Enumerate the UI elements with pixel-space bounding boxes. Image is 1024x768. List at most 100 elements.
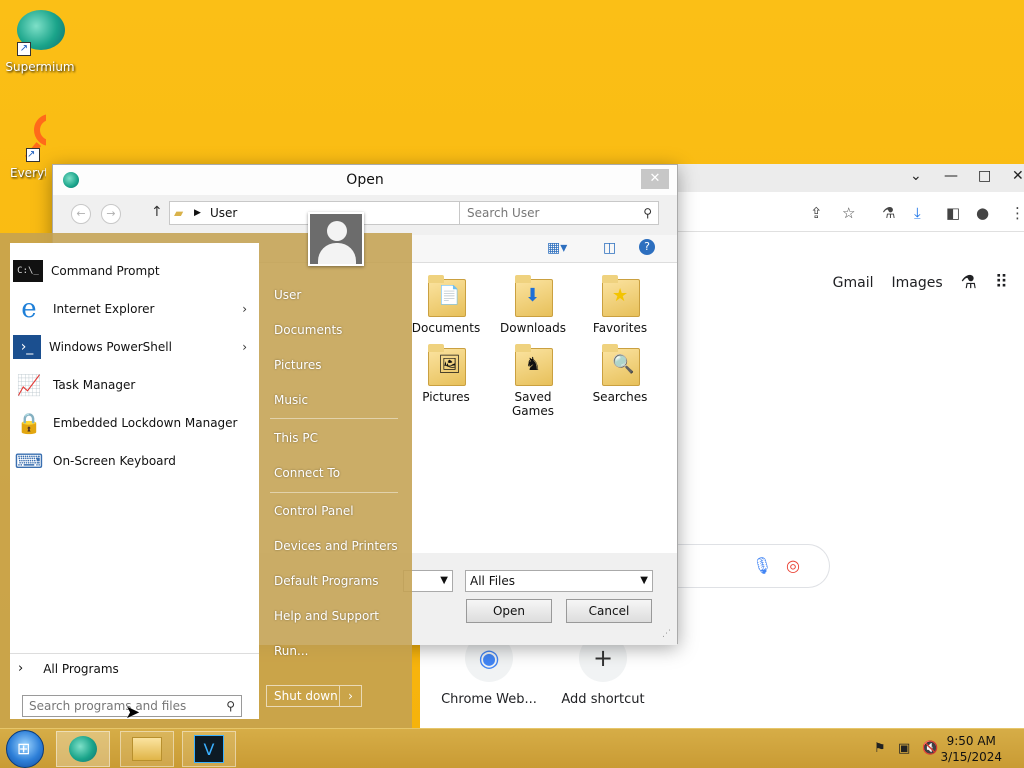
start-item-documents[interactable]: Documents	[274, 323, 342, 337]
folder-favorites[interactable]: ★ Favorites	[580, 271, 660, 335]
folder-saved-games[interactable]: ♞ Saved Games	[493, 340, 573, 418]
open-button[interactable]: Open	[466, 599, 552, 623]
back-arrow-icon[interactable]: ←	[71, 204, 91, 224]
desktop-icon-label: Supermium	[5, 60, 75, 74]
clock-time: 9:50 AM	[946, 734, 996, 748]
dialog-search-input[interactable]: Search User ⚲	[459, 201, 659, 225]
program-embedded-lockdown-manager[interactable]: 🔒 Embedded Lockdown Manager	[10, 405, 259, 441]
desktop-icon-supermium[interactable]: ↗ Supermium	[0, 6, 80, 74]
desktop-icon-label: Everyt	[10, 166, 46, 180]
preview-pane-icon[interactable]: ◫	[603, 240, 616, 256]
folder-icon	[132, 737, 162, 761]
profile-avatar-icon[interactable]: ●	[976, 204, 989, 222]
volume-muted-icon[interactable]: 🔇	[922, 741, 938, 756]
folder-searches[interactable]: 🔍 Searches	[580, 340, 660, 404]
up-arrow-icon[interactable]: ↑	[151, 204, 163, 220]
program-command-prompt[interactable]: C:\_ Command Prompt	[10, 253, 259, 289]
start-item-help-support[interactable]: Help and Support	[274, 609, 379, 623]
file-type-value: All Files	[470, 574, 516, 588]
images-link[interactable]: Images	[892, 275, 943, 291]
start-item-music[interactable]: Music	[274, 393, 308, 407]
program-label: Embedded Lockdown Manager	[53, 416, 238, 430]
start-item-pictures[interactable]: Pictures	[274, 358, 322, 372]
mouse-cursor-icon: ➤	[125, 702, 141, 723]
forward-arrow-icon[interactable]: →	[101, 204, 121, 224]
side-panel-icon[interactable]: ◧	[946, 204, 960, 222]
program-label: Internet Explorer	[53, 302, 155, 316]
folder-label: Pictures	[422, 390, 470, 404]
gmail-link[interactable]: Gmail	[833, 275, 874, 291]
tab-dropdown-icon[interactable]: ⌄	[910, 168, 922, 184]
pictures-folder-icon: 🖼	[424, 340, 468, 386]
labs-flask-icon[interactable]: ⚗	[882, 204, 895, 222]
start-item-connect-to[interactable]: Connect To	[274, 466, 340, 480]
start-menu: C:\_ Command Prompt e Internet Explorer …	[0, 233, 412, 728]
folder-downloads[interactable]: ⬇ Downloads	[493, 271, 573, 335]
start-separator	[270, 492, 398, 493]
favorites-folder-icon: ★	[598, 271, 642, 317]
program-windows-powershell[interactable]: ›_ Windows PowerShell ›	[10, 329, 259, 365]
google-search-box[interactable]: 🎙 ◎	[660, 544, 830, 588]
start-item-default-programs[interactable]: Default Programs	[274, 574, 379, 588]
folder-pictures[interactable]: 🖼 Pictures	[406, 340, 486, 404]
desktop-icon-everything[interactable]: ↗ Everyt	[0, 112, 46, 180]
address-text: User	[210, 206, 238, 220]
folder-label: Saved Games	[512, 390, 554, 418]
start-button[interactable]: ⊞	[6, 730, 44, 768]
taskbar-file-explorer[interactable]	[120, 731, 174, 767]
network-icon[interactable]: ▣	[898, 741, 910, 756]
dialog-close-button[interactable]: ✕	[641, 169, 669, 189]
start-item-this-pc[interactable]: This PC	[274, 431, 318, 445]
file-type-dropdown-icon[interactable]: ▼	[640, 571, 648, 591]
folder-documents[interactable]: 📄 Documents	[406, 271, 486, 335]
supermium-icon: ↗	[15, 6, 65, 56]
program-label: On-Screen Keyboard	[53, 454, 176, 468]
voice-search-icon[interactable]: 🎙	[752, 556, 772, 575]
start-search-placeholder: Search programs and files	[29, 699, 187, 713]
close-icon[interactable]: ✕	[1012, 168, 1024, 184]
help-icon[interactable]: ?	[639, 239, 655, 255]
taskbar-app-v[interactable]: V	[182, 731, 236, 767]
program-task-manager[interactable]: 📈 Task Manager	[10, 367, 259, 403]
labs-icon[interactable]: ⚗	[961, 272, 977, 293]
program-internet-explorer[interactable]: e Internet Explorer ›	[10, 291, 259, 327]
start-item-devices-printers[interactable]: Devices and Printers	[274, 539, 398, 553]
dialog-titlebar: Open ✕	[53, 165, 677, 195]
taskbar-clock[interactable]: 9:50 AM 3/15/2024	[940, 733, 1002, 765]
maximize-icon[interactable]: □	[978, 168, 991, 184]
apps-grid-icon[interactable]: ⠿	[995, 272, 1008, 293]
saved-games-folder-icon: ♞	[511, 340, 555, 386]
program-on-screen-keyboard[interactable]: ⌨ On-Screen Keyboard	[10, 443, 259, 479]
shutdown-options-icon[interactable]: ›	[339, 686, 361, 706]
user-avatar[interactable]	[308, 212, 364, 266]
start-item-user[interactable]: User	[274, 288, 301, 302]
lens-search-icon[interactable]: ◎	[786, 556, 800, 575]
folder-icon: ▰	[174, 206, 184, 220]
all-programs-button[interactable]: › All Programs	[10, 653, 259, 683]
program-label: Task Manager	[53, 378, 136, 392]
share-icon[interactable]: ⇪	[810, 204, 823, 222]
minimize-icon[interactable]: —	[944, 168, 958, 184]
cancel-button[interactable]: Cancel	[566, 599, 652, 623]
action-center-flag-icon[interactable]: ⚑	[874, 741, 886, 756]
download-icon[interactable]: ⤓	[914, 204, 921, 222]
file-type-select[interactable]: All Files ▼	[465, 570, 653, 592]
start-item-control-panel[interactable]: Control Panel	[274, 504, 354, 518]
filename-dropdown-icon[interactable]: ▼	[440, 571, 448, 591]
program-label: Command Prompt	[51, 264, 160, 278]
keyboard-icon: ⌨	[14, 449, 44, 473]
start-item-run[interactable]: Run...	[274, 644, 308, 658]
view-options-icon[interactable]: ▦▾	[547, 240, 567, 256]
program-label: Windows PowerShell	[49, 340, 172, 354]
menu-dots-icon[interactable]: ⋮	[1010, 204, 1024, 222]
cmd-icon: C:\_	[13, 260, 43, 282]
windows-logo-icon: ⊞	[17, 739, 31, 758]
resize-grip-icon[interactable]: ⋰	[662, 629, 671, 639]
taskbar-supermium[interactable]	[56, 731, 110, 767]
breadcrumb-separator-icon: ▶	[194, 208, 201, 218]
dialog-title: Open	[346, 172, 384, 188]
bookmark-star-icon[interactable]: ☆	[842, 204, 855, 222]
shutdown-button[interactable]: Shut down ›	[266, 685, 362, 707]
searches-folder-icon: 🔍	[598, 340, 642, 386]
clock-date: 3/15/2024	[940, 750, 1002, 764]
